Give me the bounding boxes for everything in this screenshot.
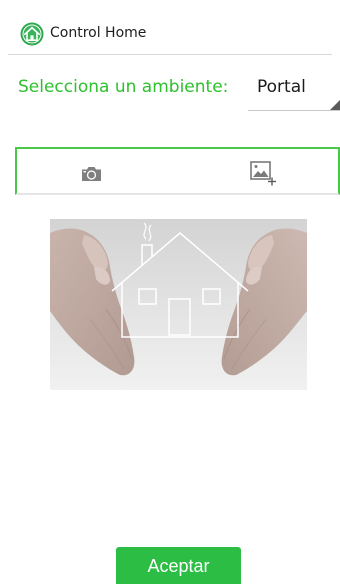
ambient-select[interactable]: Portal	[248, 71, 340, 111]
ambient-photo	[50, 219, 307, 390]
camera-icon	[82, 167, 101, 181]
app-title: Control Home	[50, 25, 147, 41]
hands-house-image	[50, 219, 307, 390]
tab-camera[interactable]	[17, 149, 177, 193]
action-bar: Control Home	[8, 12, 332, 55]
media-tabs	[15, 147, 340, 195]
tab-gallery[interactable]	[178, 149, 338, 193]
app-home-icon	[20, 22, 44, 46]
ambient-selected-value: Portal	[257, 77, 306, 97]
screen: Control Home Selecciona un ambiente: Por…	[0, 0, 340, 584]
accept-button[interactable]: Aceptar	[116, 547, 241, 584]
dropdown-caret-icon	[330, 100, 340, 110]
add-image-icon	[250, 161, 276, 186]
ambient-label: Selecciona un ambiente:	[18, 77, 229, 97]
